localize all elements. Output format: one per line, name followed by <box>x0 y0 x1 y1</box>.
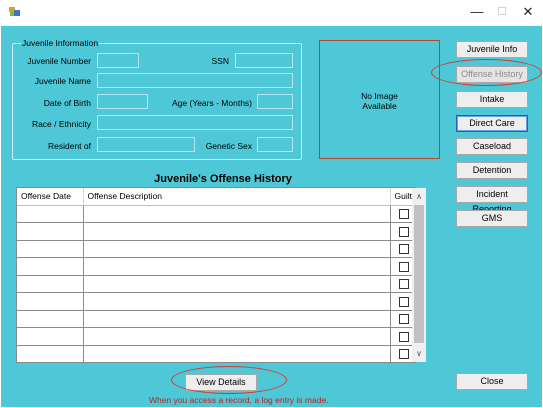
offense-description-cell[interactable] <box>83 327 391 346</box>
offense-date-cell[interactable] <box>17 275 84 293</box>
offense-description-cell[interactable] <box>83 345 391 362</box>
scroll-down-arrow-icon[interactable]: ∨ <box>412 345 426 362</box>
juvenile-number-label: Juvenile Number <box>27 56 91 66</box>
grid-vertical-scrollbar[interactable]: ∧ ∨ <box>412 188 426 362</box>
offense-description-cell[interactable] <box>83 240 391 258</box>
offense-history-title: Juvenile's Offense History <box>154 173 292 185</box>
juvenile-name-field[interactable] <box>97 73 293 88</box>
scrollbar-thumb[interactable] <box>414 205 424 343</box>
gms-button[interactable]: GMS <box>456 210 528 227</box>
scroll-up-arrow-icon[interactable]: ∧ <box>412 188 426 205</box>
juvenile-info-button[interactable]: Juvenile Info <box>456 41 528 58</box>
offense-date-cell[interactable] <box>17 240 84 258</box>
group-legend: Juvenile Information <box>21 38 100 49</box>
close-button[interactable]: Close <box>456 373 528 390</box>
table-row[interactable] <box>17 240 415 258</box>
maximize-button: ☐ <box>497 6 507 18</box>
no-image-text-line-2: Available <box>362 101 397 111</box>
minimize-button[interactable]: — <box>467 4 487 20</box>
offense-date-cell[interactable] <box>17 257 84 276</box>
table-row[interactable] <box>17 257 415 276</box>
table-row[interactable] <box>17 275 415 293</box>
view-details-button[interactable]: View Details <box>185 374 257 391</box>
date-of-birth-field[interactable] <box>97 94 148 109</box>
title-bar: — ☐ ✕ <box>0 0 543 26</box>
age-label: Age (Years - Months) <box>172 98 252 108</box>
column-header-offense-description[interactable]: Offense Description <box>83 188 391 206</box>
incident-reporting-button[interactable]: Incident Reporting <box>456 186 528 214</box>
race-ethnicity-label: Race / Ethnicity <box>31 119 91 129</box>
genetic-sex-field[interactable] <box>257 137 293 152</box>
genetic-sex-label: Genetic Sex <box>205 141 252 151</box>
offense-description-cell[interactable] <box>83 310 391 328</box>
guilty-checkbox[interactable] <box>399 331 409 342</box>
detention-button[interactable]: Detention <box>456 162 528 179</box>
resident-of-field[interactable] <box>97 137 195 152</box>
table-row[interactable] <box>17 205 415 223</box>
guilty-checkbox[interactable] <box>399 296 409 307</box>
table-row[interactable] <box>17 345 415 362</box>
ssn-field[interactable] <box>235 53 293 68</box>
app-icon <box>9 7 20 17</box>
offense-date-cell[interactable] <box>17 345 84 362</box>
guilty-checkbox[interactable] <box>399 209 409 220</box>
guilty-checkbox[interactable] <box>399 314 409 325</box>
juvenile-photo-placeholder: No Image Available <box>319 40 440 159</box>
column-header-offense-date[interactable]: Offense Date <box>17 188 84 206</box>
offense-history-grid[interactable]: Offense Date Offense Description Guilty <box>16 187 416 363</box>
offense-date-cell[interactable] <box>17 205 84 223</box>
direct-care-button[interactable]: Direct Care <box>456 115 528 132</box>
offense-date-cell[interactable] <box>17 327 84 346</box>
caseload-button[interactable]: Caseload <box>456 138 528 155</box>
guilty-checkbox[interactable] <box>399 279 409 290</box>
offense-history-button: Offense History <box>456 66 528 83</box>
offense-grid-body <box>17 205 415 362</box>
offense-description-cell[interactable] <box>83 222 391 241</box>
offense-description-cell[interactable] <box>83 205 391 223</box>
offense-date-cell[interactable] <box>17 310 84 328</box>
offense-date-cell[interactable] <box>17 222 84 241</box>
intake-button[interactable]: Intake <box>456 91 528 108</box>
juvenile-number-field[interactable] <box>97 53 139 68</box>
offense-date-cell[interactable] <box>17 292 84 311</box>
race-ethnicity-field[interactable] <box>97 115 293 130</box>
guilty-checkbox[interactable] <box>399 226 409 237</box>
table-row[interactable] <box>17 222 415 241</box>
ssn-label: SSN <box>211 56 229 66</box>
log-entry-notice: When you access a record, a log entry is… <box>149 395 329 405</box>
table-row[interactable] <box>17 327 415 346</box>
table-row[interactable] <box>17 310 415 328</box>
juvenile-name-label: Juvenile Name <box>34 76 91 86</box>
guilty-checkbox[interactable] <box>399 261 409 272</box>
offense-description-cell[interactable] <box>83 292 391 311</box>
resident-of-label: Resident of <box>48 141 91 151</box>
guilty-checkbox[interactable] <box>399 244 409 255</box>
offense-description-cell[interactable] <box>83 275 391 293</box>
offense-description-cell[interactable] <box>83 257 391 276</box>
no-image-text-line-1: No Image <box>361 91 398 101</box>
age-field[interactable] <box>257 94 293 109</box>
table-row[interactable] <box>17 292 415 311</box>
guilty-checkbox[interactable] <box>399 349 409 360</box>
close-window-button[interactable]: ✕ <box>518 4 538 20</box>
date-of-birth-label: Date of Birth <box>43 98 91 108</box>
